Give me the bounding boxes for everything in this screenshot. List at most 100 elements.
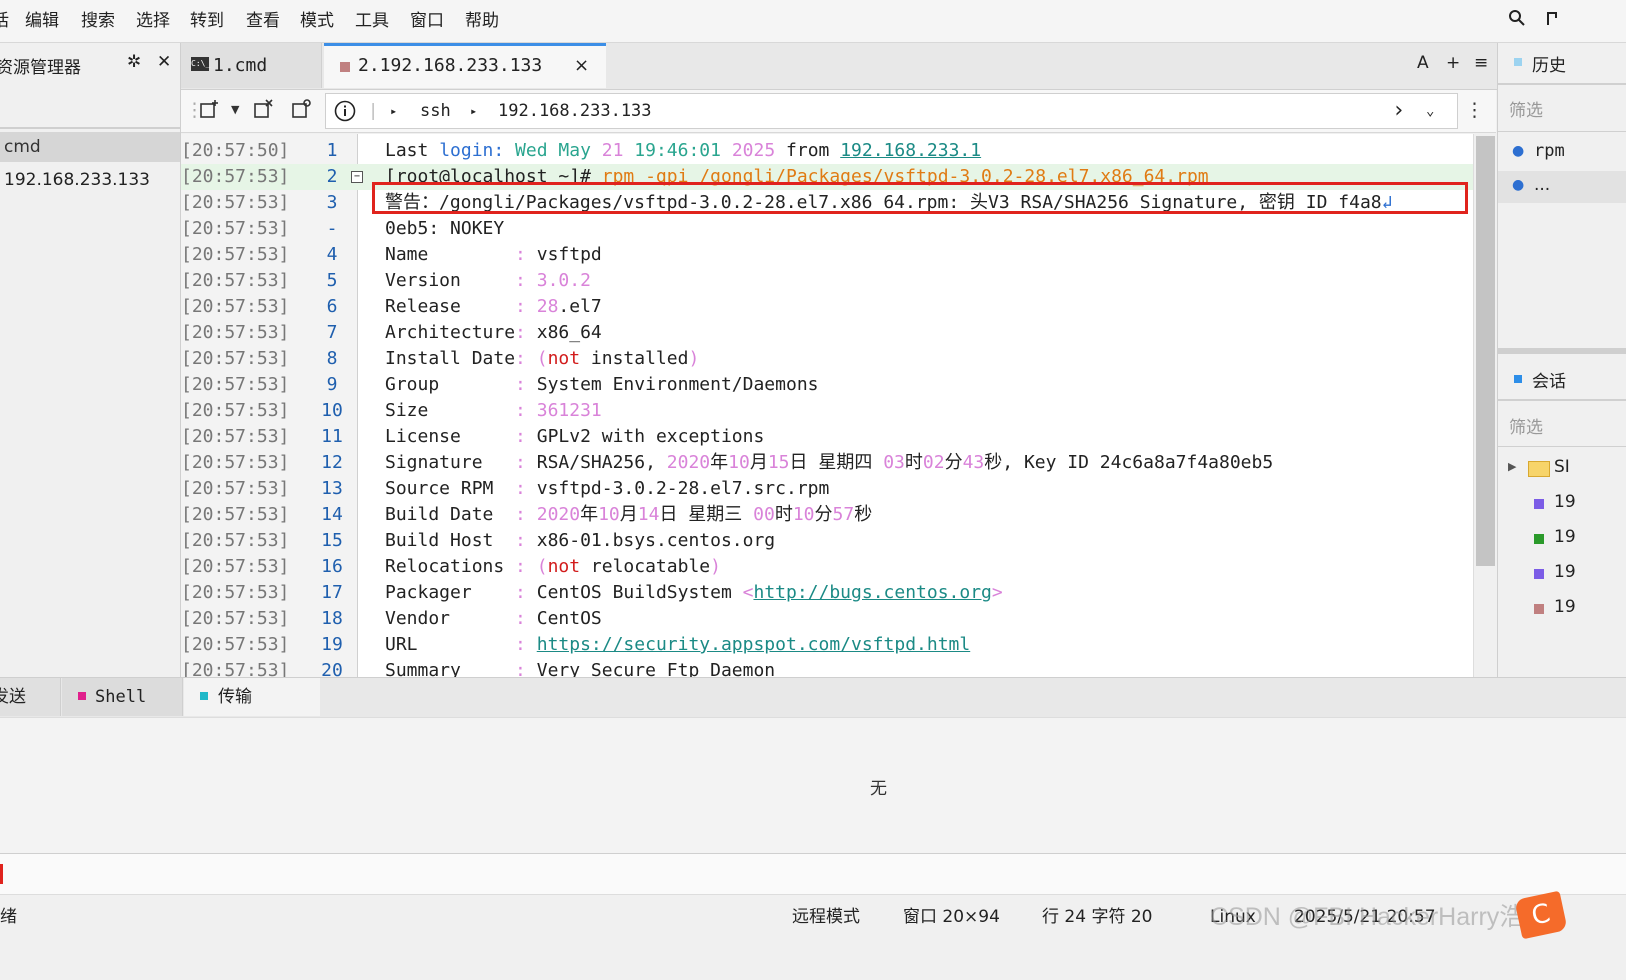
menu-edit[interactable]: 编辑: [25, 0, 59, 42]
line-timestamp: [20:57:53]: [181, 504, 290, 525]
session-item[interactable]: 19: [1554, 562, 1576, 582]
terminal-line: [20:57:53] 5 Version : 3.0.2: [181, 268, 1473, 294]
line-text: Build Date : 2020年10月14日 星期三 00时10分57秒: [385, 504, 873, 525]
menu-session[interactable]: 话: [0, 0, 9, 42]
line-timestamp: [20:57:53]: [181, 452, 290, 473]
session-item[interactable]: 19: [1554, 492, 1576, 512]
terminal-line: [20:57:53] 19 URL : https://security.appsp…: [181, 632, 1473, 658]
sidebar-toggle-icon[interactable]: [1545, 9, 1561, 32]
reconnect-icon[interactable]: [291, 99, 311, 124]
explorer-panel: 资源管理器 ✲ ✕ cmd 192.168.233.133: [0, 43, 181, 703]
line-number: 17: [321, 582, 343, 603]
info-icon[interactable]: [334, 95, 356, 134]
explorer-item-cmd[interactable]: cmd: [0, 132, 180, 162]
menu-mode[interactable]: 模式: [300, 0, 334, 42]
line-timestamp: [20:57:53]: [181, 218, 290, 239]
menu-search[interactable]: 搜索: [81, 0, 115, 42]
chevron-down-icon[interactable]: ⌄: [1426, 94, 1434, 128]
history-filter-input[interactable]: 筛选: [1509, 96, 1543, 121]
fold-icon[interactable]: −: [351, 171, 363, 183]
line-text: Signature : RSA/SHA256, 2020年10月15日 星期四 …: [385, 452, 1274, 473]
line-timestamp: [20:57:53]: [181, 166, 290, 187]
status-window-size: 窗口 20×94: [903, 907, 1000, 927]
breadcrumb-host[interactable]: 192.168.233.133: [498, 94, 652, 128]
session-item[interactable]: 19: [1554, 527, 1576, 547]
breadcrumb-protocol[interactable]: ssh: [420, 94, 451, 128]
tab-ssh-host[interactable]: 2.192.168.233.133 ×: [324, 43, 606, 88]
watermark: CSDN @FBI HackerHarry浩: [1210, 903, 1525, 931]
more-options-icon[interactable]: ⋮: [1465, 99, 1484, 121]
panel-divider: [1498, 131, 1626, 132]
menu-view[interactable]: 查看: [246, 0, 280, 42]
line-text: Group : System Environment/Daemons: [385, 374, 819, 395]
line-timestamp: [20:57:53]: [181, 348, 290, 369]
tab-close-icon[interactable]: ×: [574, 43, 589, 88]
chevron-down-icon[interactable]: ▼: [231, 103, 239, 116]
session-filter-input[interactable]: 筛选: [1509, 413, 1543, 438]
line-text: Last login: Wed May 21 19:46:01 2025 fro…: [385, 140, 982, 161]
session-item[interactable]: 19: [1554, 597, 1576, 617]
chevron-right-icon[interactable]: ›: [1392, 94, 1405, 128]
address-bar[interactable]: | ▸ ssh ▸ 192.168.233.133 › ⌄: [325, 93, 1458, 129]
sessions-title: 会话: [1532, 372, 1566, 392]
line-text: URL : https://security.appspot.com/vsftp…: [385, 634, 971, 655]
explorer-item-host[interactable]: 192.168.233.133: [4, 165, 150, 195]
line-text: Build Host : x86-01.bsys.centos.org: [385, 530, 776, 551]
line-text: License : GPLv2 with exceptions: [385, 426, 765, 447]
line-timestamp: [20:57:53]: [181, 192, 290, 213]
panel-divider[interactable]: [1498, 348, 1626, 354]
line-number: 12: [321, 452, 343, 473]
panel-divider: [1498, 446, 1626, 447]
transfer-marker-icon: [200, 692, 208, 700]
session-marker-icon: [1534, 604, 1544, 614]
command-input[interactable]: [0, 853, 1626, 894]
tab-transfer[interactable]: 传输: [184, 678, 320, 716]
menu-tools[interactable]: 工具: [355, 0, 389, 42]
line-text: Name : vsftpd: [385, 244, 602, 265]
terminal-output[interactable]: [20:57:50] 1 Last login: Wed May 21 19:46:…: [181, 134, 1473, 677]
bullet-icon: ●: [1512, 177, 1525, 193]
gear-icon[interactable]: ✲: [127, 52, 141, 72]
line-number: 14: [321, 504, 343, 525]
terminal-line: [20:57:53] 12 Signature : RSA/SHA256, 2020…: [181, 450, 1473, 476]
session-group-label[interactable]: SI: [1554, 457, 1570, 477]
terminal-line: [20:57:53] 3 警告：/gongli/Packages/vsftpd-3.…: [181, 190, 1473, 216]
menu-window[interactable]: 窗口: [410, 0, 444, 42]
line-number: 7: [326, 322, 338, 343]
history-marker-icon: [1514, 58, 1522, 66]
terminal-scrollbar[interactable]: [1473, 134, 1497, 677]
line-timestamp: [20:57:53]: [181, 270, 290, 291]
chevron-right-icon[interactable]: ▶: [1508, 460, 1516, 473]
new-tab-button[interactable]: +: [1446, 53, 1460, 73]
search-icon[interactable]: [1508, 9, 1526, 32]
menu-help[interactable]: 帮助: [465, 0, 499, 42]
line-text: Version : 3.0.2: [385, 270, 591, 291]
menu-bar: 话 编辑 搜索 选择 转到 查看 模式 工具 窗口 帮助: [0, 0, 1626, 43]
panel-divider: [1498, 83, 1626, 85]
breadcrumb-arrow-icon: ▸: [390, 104, 398, 118]
terminal-line: [20:57:53] 6 Release : 28.el7: [181, 294, 1473, 320]
history-item-selected[interactable]: ● ...: [1498, 171, 1626, 203]
line-number: 10: [321, 400, 343, 421]
tab-menu-button[interactable]: ≡: [1474, 53, 1488, 73]
line-number: 3: [326, 192, 338, 213]
session-marker-icon: [1534, 534, 1544, 544]
close-icon[interactable]: ✕: [157, 52, 171, 72]
status-ready: 绪: [0, 907, 17, 927]
empty-message: 无: [870, 779, 887, 799]
disconnect-icon[interactable]: [253, 99, 273, 124]
terminal-line: [20:57:53] 17 Packager : CentOS BuildSyste…: [181, 580, 1473, 606]
line-timestamp: [20:57:53]: [181, 660, 290, 677]
menu-goto[interactable]: 转到: [190, 0, 224, 42]
font-size-button[interactable]: A: [1417, 53, 1429, 73]
scrollbar-thumb[interactable]: [1476, 136, 1495, 566]
new-session-icon[interactable]: [199, 99, 219, 124]
folder-icon: [1528, 461, 1550, 477]
tab-shell[interactable]: Shell: [62, 678, 183, 716]
history-item[interactable]: rpm: [1534, 141, 1565, 161]
tab-send[interactable]: 发送: [0, 678, 61, 716]
tab-cmd[interactable]: C:\_ 1.cmd: [181, 43, 322, 88]
line-number: -: [326, 218, 338, 239]
menu-select[interactable]: 选择: [136, 0, 170, 42]
line-number: 4: [326, 244, 338, 265]
